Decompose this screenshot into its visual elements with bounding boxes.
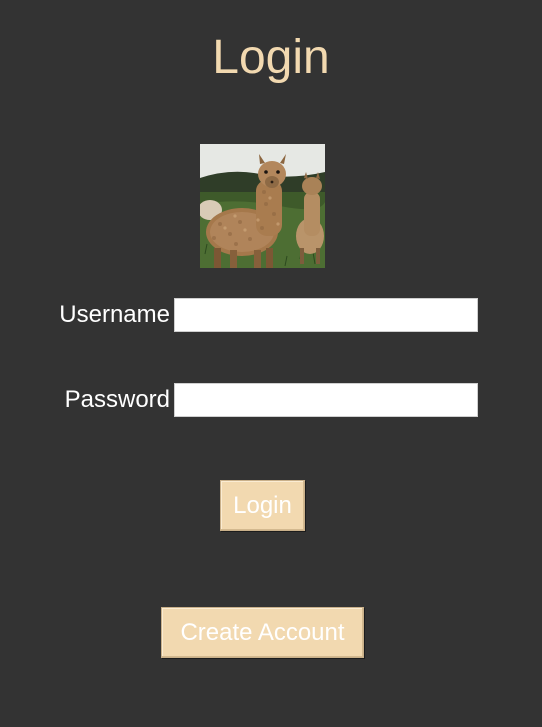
alpaca-photo [200, 144, 325, 268]
username-label: Username [59, 301, 170, 328]
login-window: Login Username Password Login Create Acc… [0, 0, 542, 727]
create-account-button[interactable]: Create Account [161, 607, 364, 658]
password-label: Password [64, 386, 170, 413]
username-input[interactable] [174, 298, 478, 332]
page-title: Login [212, 31, 330, 84]
password-input[interactable] [174, 383, 478, 417]
login-button[interactable]: Login [220, 480, 305, 531]
